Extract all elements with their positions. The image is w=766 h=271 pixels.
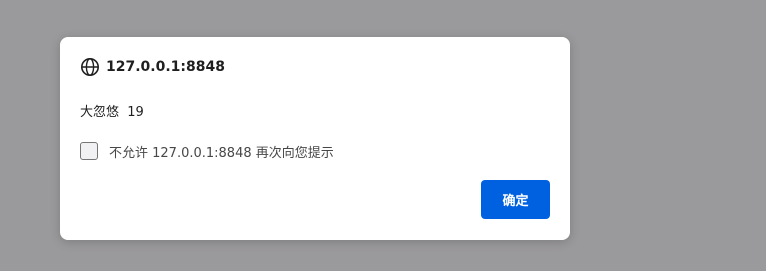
suppress-prompts-row[interactable]: 不允许 127.0.0.1:8848 再次向您提示 [80,141,334,161]
suppress-prompts-label[interactable]: 不允许 127.0.0.1:8848 再次向您提示 [109,142,334,161]
dialog-header: 127.0.0.1:8848 [80,57,225,77]
alert-message: 大忽悠 19 [80,105,144,120]
ok-button[interactable]: 确定 [481,180,550,219]
suppress-prompts-checkbox[interactable] [80,142,98,160]
alert-dialog: 127.0.0.1:8848 大忽悠 19 不允许 127.0.0.1:8848… [60,37,570,240]
dialog-origin: 127.0.0.1:8848 [106,59,225,75]
globe-icon [80,57,100,77]
